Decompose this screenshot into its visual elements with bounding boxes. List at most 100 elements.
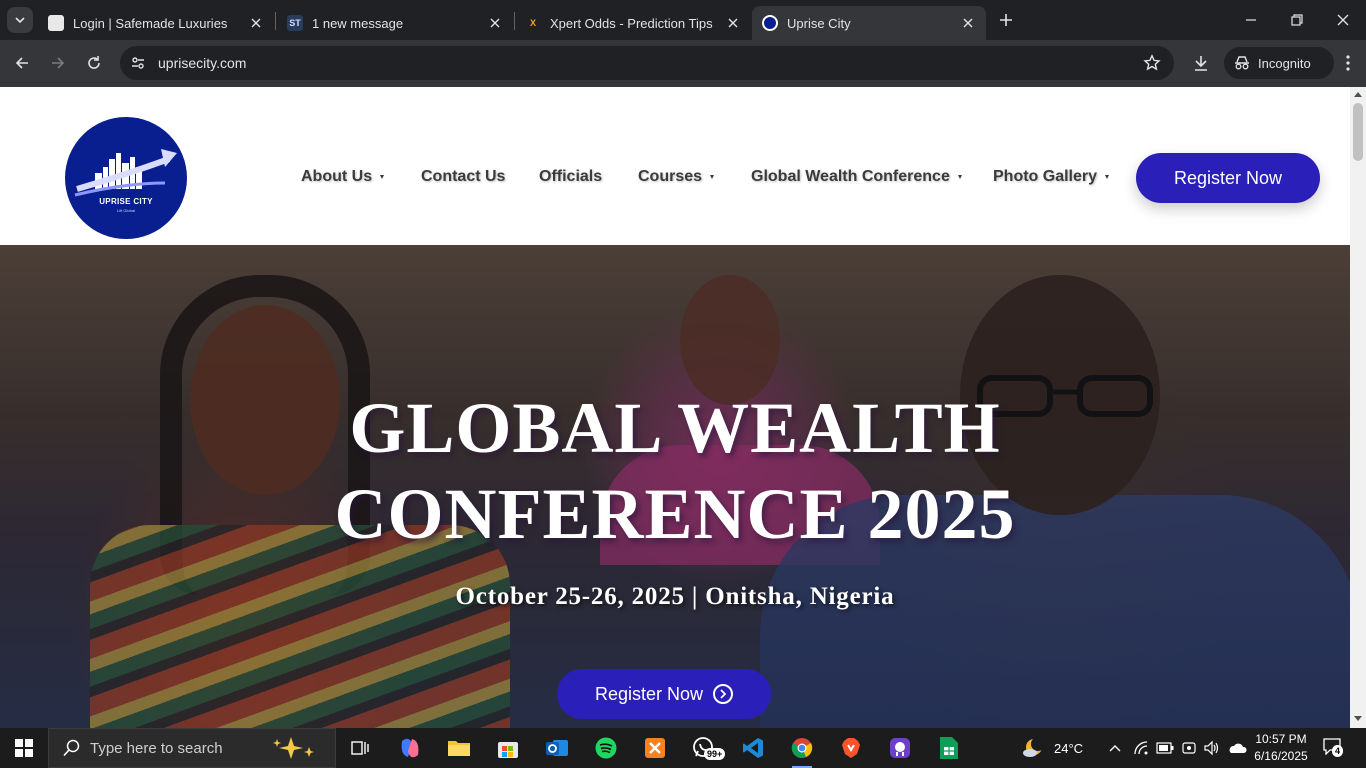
dropdown-caret-icon: [1105, 175, 1110, 179]
new-tab-button[interactable]: [994, 8, 1018, 32]
tab-title: Xpert Odds - Prediction Tips: [550, 15, 713, 31]
volume-icon[interactable]: [1203, 728, 1219, 768]
microsoft-store-icon[interactable]: [488, 732, 528, 764]
close-tab-icon[interactable]: [248, 15, 264, 31]
url-text[interactable]: uprisecity.com: [158, 55, 1140, 71]
copilot-sparkle-icon: [273, 737, 314, 759]
hero-subtitle: October 25-26, 2025 | Onitsha, Nigeria: [455, 583, 895, 610]
browser-menu-button[interactable]: [1334, 49, 1362, 77]
copilot-icon[interactable]: [390, 732, 430, 764]
notification-center-button[interactable]: 4: [1322, 737, 1346, 759]
brave-icon[interactable]: [831, 732, 871, 764]
tab-xpert-odds[interactable]: X Xpert Odds - Prediction Tips: [515, 6, 751, 40]
close-tab-icon[interactable]: [960, 15, 976, 31]
outlook-icon[interactable]: [537, 732, 577, 764]
tab-uprise-city[interactable]: Uprise City: [752, 6, 986, 40]
onedrive-icon[interactable]: [1227, 728, 1247, 768]
nav-contact-us[interactable]: Contact Us: [421, 165, 505, 189]
plus-icon: [1000, 14, 1012, 26]
hero-register-label: Register Now: [594, 683, 704, 704]
weather-moon-cloud-icon: [1023, 737, 1045, 757]
weather-temperature: 24°C: [1054, 740, 1084, 756]
site-logo[interactable]: UPRISE CITY Lift Global: [65, 117, 187, 239]
meet-now-icon[interactable]: [1181, 728, 1197, 768]
forward-button[interactable]: [44, 49, 72, 77]
whatsapp-icon[interactable]: 99+: [684, 732, 726, 764]
hero-register-button[interactable]: Register Now: [557, 669, 771, 719]
chevron-down-icon: [15, 17, 25, 24]
start-button[interactable]: [0, 728, 48, 768]
minimize-button[interactable]: [1228, 0, 1274, 40]
reload-button[interactable]: [80, 49, 108, 77]
browser-toolbar: uprisecity.com Incognito: [0, 40, 1366, 87]
chrome-icon[interactable]: [782, 732, 822, 768]
hero-banner: GLOBAL WEALTH CONFERENCE 2025 October 25…: [0, 245, 1350, 728]
page-viewport: UPRISE CITY Lift Global About Us Contact…: [0, 87, 1350, 728]
tab-messages[interactable]: ST 1 new message: [277, 6, 513, 40]
scroll-up-icon[interactable]: [1354, 92, 1362, 97]
nav-photo-gallery[interactable]: Photo Gallery: [993, 165, 1110, 189]
show-hidden-icons-button[interactable]: [1108, 728, 1122, 768]
clock-time: 10:57 PM: [1255, 732, 1307, 746]
scrollbar-thumb[interactable]: [1353, 103, 1363, 161]
nav-label: Contact Us: [421, 168, 506, 185]
tab-safemade[interactable]: Login | Safemade Luxuries: [38, 6, 274, 40]
network-icon[interactable]: [1133, 728, 1149, 768]
city-skyline-logo-icon: [74, 149, 177, 197]
hero-title-line2: CONFERENCE 2025: [334, 474, 1016, 554]
back-button[interactable]: [8, 49, 36, 77]
nav-officials[interactable]: Officials: [539, 165, 602, 189]
taskbar-search-placeholder: Type here to search: [90, 739, 223, 757]
download-icon: [1195, 56, 1207, 71]
clock-date: 6/16/2025: [1254, 749, 1308, 763]
weather-widget[interactable]: 24°C: [1022, 728, 1083, 768]
chevron-right-circle-icon: [713, 684, 734, 704]
dropdown-caret-icon: [380, 175, 385, 179]
vscode-icon[interactable]: [733, 732, 773, 764]
site-header: UPRISE CITY Lift Global About Us Contact…: [0, 87, 1350, 245]
close-window-button[interactable]: [1320, 0, 1366, 40]
taskbar-search[interactable]: Type here to search: [48, 728, 336, 768]
address-bar[interactable]: uprisecity.com: [120, 46, 1174, 80]
nav-about-us[interactable]: About Us: [301, 165, 385, 189]
st-favicon-icon: ST: [287, 15, 303, 31]
hero-title-line1: GLOBAL WEALTH: [349, 388, 1001, 468]
github-desktop-icon[interactable]: [880, 732, 920, 764]
google-sheets-icon[interactable]: [929, 732, 969, 764]
chevron-up-icon: [1109, 745, 1121, 752]
close-tab-icon[interactable]: [725, 15, 741, 31]
battery-icon[interactable]: [1156, 728, 1174, 768]
incognito-label: Incognito: [1258, 55, 1311, 71]
nav-courses[interactable]: Courses: [638, 165, 715, 189]
whatsapp-unread-badge: 99+: [704, 748, 726, 760]
spotify-icon[interactable]: [586, 732, 626, 764]
dropdown-caret-icon: [710, 175, 715, 179]
site-info-icon[interactable]: [126, 51, 150, 75]
nav-global-wealth-conference[interactable]: Global Wealth Conference: [751, 165, 962, 189]
file-explorer-icon[interactable]: [439, 732, 479, 764]
taskbar: Type here to search 99+ 24°C 10:57 PM 6/…: [0, 728, 1366, 768]
close-tab-icon[interactable]: [487, 15, 503, 31]
incognito-icon: [1235, 56, 1249, 70]
close-icon: [1337, 14, 1349, 26]
header-register-button[interactable]: Register Now: [1136, 153, 1320, 203]
page-scrollbar[interactable]: [1350, 87, 1366, 728]
restore-button[interactable]: [1274, 0, 1320, 40]
search-icon: [63, 739, 80, 757]
scroll-down-icon[interactable]: [1354, 716, 1362, 721]
nav-label: Courses: [638, 168, 703, 185]
tab-title: Uprise City: [787, 15, 851, 31]
task-view-icon[interactable]: [340, 732, 380, 764]
page-favicon-icon: [48, 15, 64, 31]
incognito-indicator[interactable]: Incognito: [1224, 47, 1334, 79]
taskbar-clock[interactable]: 10:57 PM 6/16/2025: [1248, 731, 1314, 765]
reload-icon: [88, 56, 100, 69]
logo-text: UPRISE CITY: [99, 197, 153, 206]
logo-subtext: Lift Global: [116, 208, 135, 213]
downloads-button[interactable]: [1187, 49, 1215, 77]
notification-count-badge: 4: [1332, 745, 1344, 757]
tab-search-button[interactable]: [7, 7, 33, 33]
tab-title: Login | Safemade Luxuries: [73, 15, 228, 31]
xampp-icon[interactable]: [635, 732, 675, 764]
bookmark-star-icon[interactable]: [1140, 51, 1164, 75]
